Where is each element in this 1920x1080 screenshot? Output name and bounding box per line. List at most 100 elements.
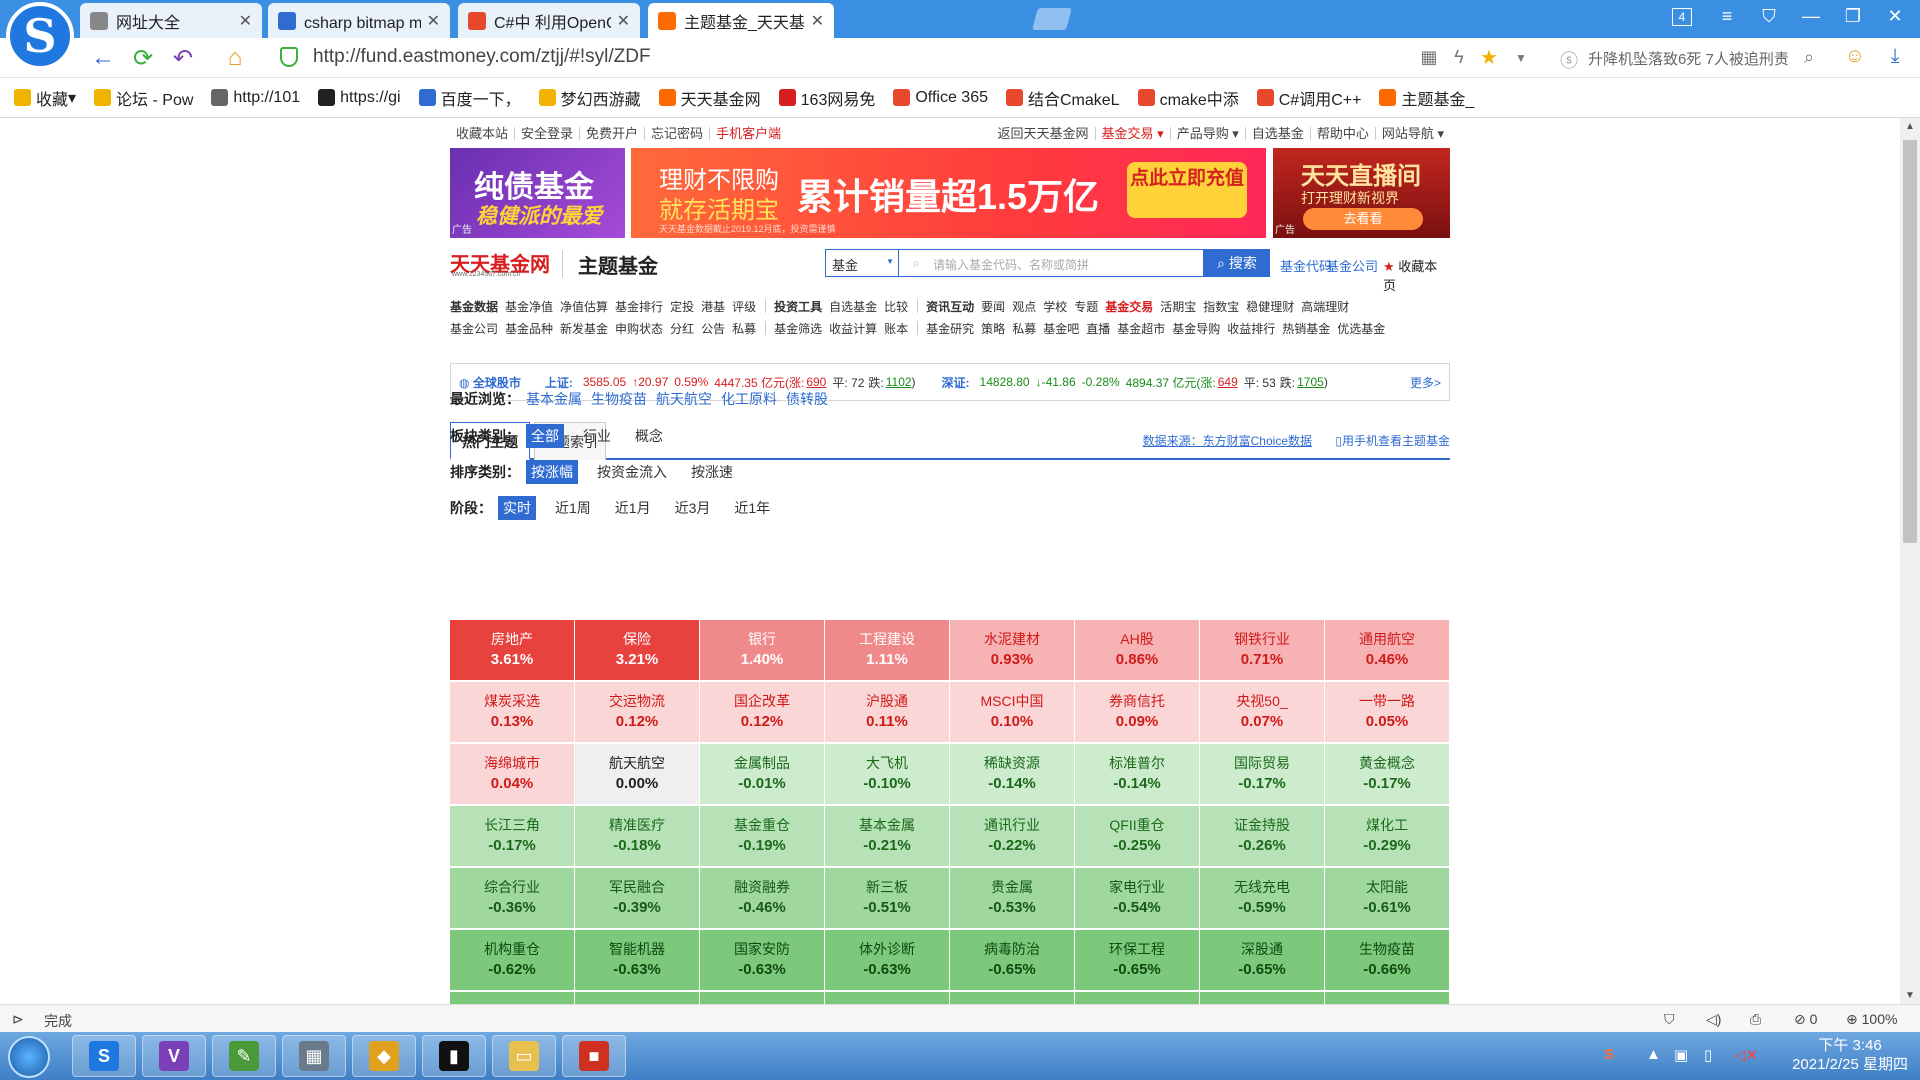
theme-cell[interactable] [1325,992,1449,1004]
sogou-search-icon[interactable]: ⓢ [1554,47,1584,73]
data-source-link[interactable]: 数据来源：东方财富Choice数据 [1143,432,1312,449]
shield-icon[interactable]: ⛉ [1664,1011,1675,1028]
period-opts-option[interactable]: 近1月 [610,496,656,520]
theme-cell[interactable]: 无线充电 -0.59% [1200,868,1324,928]
topnav-link[interactable]: 帮助中心 [1311,126,1376,140]
category-nav-link[interactable]: 收益排行 [1227,320,1275,337]
category-nav-link[interactable]: 新发基金 [560,320,608,337]
category-nav-link[interactable]: 高端理财 [1301,298,1349,315]
category-nav-link[interactable]: 基金吧 [1043,320,1079,337]
recharge-button[interactable]: 点此立即充值 [1127,162,1247,218]
recent-option[interactable]: 生物疫苗 [591,389,647,409]
paint-app[interactable]: ✎ [212,1035,276,1077]
emoji-icon[interactable]: ☺ [1840,45,1870,68]
category-nav-link[interactable]: 活期宝 [1160,298,1196,315]
zoom-control[interactable]: ⊕ 100% [1846,1011,1897,1028]
sogou-ime-icon[interactable]: S [1604,1046,1614,1063]
start-button[interactable] [8,1036,50,1078]
theme-cell[interactable]: 水泥建材 0.93% [950,620,1074,680]
live-room-banner[interactable]: 天天直播间 打开理财新视界 去看看 广告 [1273,148,1450,238]
sort-opts-option[interactable]: 按资金流入 [592,460,672,484]
category-nav-link[interactable]: 热销基金 [1282,320,1330,337]
browser-tab[interactable]: csharp bitmap mat_百 ✕ [268,3,450,38]
theme-cell[interactable] [450,992,574,1004]
theme-cell[interactable]: 环保工程 -0.65% [1075,930,1199,990]
theme-cell[interactable]: QFII重仓 -0.25% [1075,806,1199,866]
category-nav-link[interactable]: 指数宝 [1203,298,1239,315]
category-nav-link[interactable]: 基金品种 [505,320,553,337]
bond-fund-banner[interactable]: 纯债基金 稳健派的最爱 广告 [450,148,625,238]
sz-down-count[interactable]: 1705 [1297,375,1324,389]
qr-icon[interactable]: ▦ [1414,47,1444,68]
theme-cell[interactable]: 国企改革 0.12% [700,682,824,742]
dropdown-icon[interactable]: ▼ [1506,51,1536,65]
period-opts-option[interactable]: 近1年 [729,496,775,520]
console-app[interactable]: ▮ [422,1035,486,1077]
theme-cell[interactable]: 沪股通 0.11% [825,682,949,742]
theme-cell[interactable]: 海绵城市 0.04% [450,744,574,804]
category-nav-link[interactable]: 港基 [701,298,725,315]
bookmark-item[interactable]: 论坛 - Pow [94,86,193,110]
news-ticker[interactable]: 升降机坠落致6死 7人被追刑责 [1588,48,1789,69]
bookmark-item[interactable]: https://gi [318,89,401,107]
skin-icon[interactable]: ⛉ [1754,6,1784,27]
category-nav-link[interactable]: 直播 [1086,320,1110,337]
explorer-app[interactable]: ▭ [492,1035,556,1077]
theme-cell[interactable]: 机构重仓 -0.62% [450,930,574,990]
network-icon[interactable]: ▣ [1674,1046,1688,1064]
huoqibao-banner[interactable]: 理财不限购 就存活期宝 累计销量超1.5万亿 点此立即充值 天天基金数据截止20… [631,148,1266,238]
browser-tab[interactable]: 网址大全 ✕ [80,3,262,38]
device-icon[interactable]: ▯ [1704,1046,1712,1064]
theme-cell[interactable]: 券商信托 0.09% [1075,682,1199,742]
close-window-icon[interactable]: ✕ [1880,6,1910,27]
category-nav-link[interactable]: 稳健理财 [1246,298,1294,315]
vertical-scrollbar[interactable]: ▲ ▼ [1900,118,1920,1004]
theme-cell[interactable]: 新三板 -0.51% [825,868,949,928]
sogou-browser-app[interactable]: S [72,1035,136,1077]
recent-option[interactable]: 基本金属 [526,389,582,409]
git-app[interactable]: ◆ [352,1035,416,1077]
sidebar-toggle-icon[interactable]: ⊳ [12,1011,24,1028]
category-nav-link[interactable]: 自选基金 [829,298,877,315]
undo-close-icon[interactable]: ↶ [168,44,198,73]
theme-cell[interactable] [950,992,1074,1004]
theme-cell[interactable] [1075,992,1199,1004]
theme-cell[interactable]: 黄金概念 -0.17% [1325,744,1449,804]
watch-button[interactable]: 去看看 [1303,208,1423,230]
category-nav-link[interactable]: 收益计算 [829,320,877,337]
theme-cell[interactable]: 体外诊断 -0.63% [825,930,949,990]
browser-tab[interactable]: C#中 利用OpenCvShar ✕ [458,3,640,38]
close-tab-icon[interactable]: ✕ [617,11,630,31]
category-nav-link[interactable]: 基金净值 [505,298,553,315]
category-nav-link[interactable]: 观点 [1012,298,1036,315]
screenshot-icon[interactable]: ⎙ [1750,1011,1761,1028]
period-opts-option[interactable]: 实时 [498,496,536,520]
tab-count-badge[interactable]: 4 [1672,8,1692,26]
category-nav-link[interactable]: 评级 [732,298,756,315]
theme-cell[interactable]: 长江三角 -0.17% [450,806,574,866]
adblock-icon[interactable]: ⊘ 0 [1794,1011,1817,1028]
theme-cell[interactable]: 太阳能 -0.61% [1325,868,1449,928]
recent-option[interactable]: 化工原料 [721,389,777,409]
theme-cell[interactable]: 通用航空 0.46% [1325,620,1449,680]
topnav-link[interactable]: 免费开户 [580,126,646,140]
category-nav-link[interactable]: 基金导购 [1172,320,1220,337]
theme-cell[interactable]: 工程建设 1.11% [825,620,949,680]
theme-cell[interactable]: 标准普尔 -0.14% [1075,744,1199,804]
category-nav-link[interactable]: 私募 [732,320,756,337]
theme-cell[interactable]: 病毒防治 -0.65% [950,930,1074,990]
sz-label[interactable]: 深证: [942,374,970,391]
new-tab-button[interactable] [1032,8,1072,30]
category-nav-link[interactable]: 净值估算 [560,298,608,315]
close-tab-icon[interactable]: ✕ [427,11,440,31]
category-nav-link[interactable]: 申购状态 [615,320,663,337]
theme-cell[interactable]: 智能机器 -0.63% [575,930,699,990]
sort-opts-option[interactable]: 按涨幅 [526,460,578,484]
category-nav-link[interactable]: 私募 [1012,320,1036,337]
url-input[interactable]: http://fund.eastmoney.com/ztjj/#!syl/ZDF [313,46,651,68]
fund-code-link[interactable]: 基金代码 [1280,256,1332,275]
show-hidden-icons[interactable]: ▲ [1646,1046,1661,1063]
theme-cell[interactable]: 深股通 -0.65% [1200,930,1324,990]
search-button[interactable]: ⌕ 搜索 [1204,249,1270,277]
theme-cell[interactable]: 融资融券 -0.46% [700,868,824,928]
